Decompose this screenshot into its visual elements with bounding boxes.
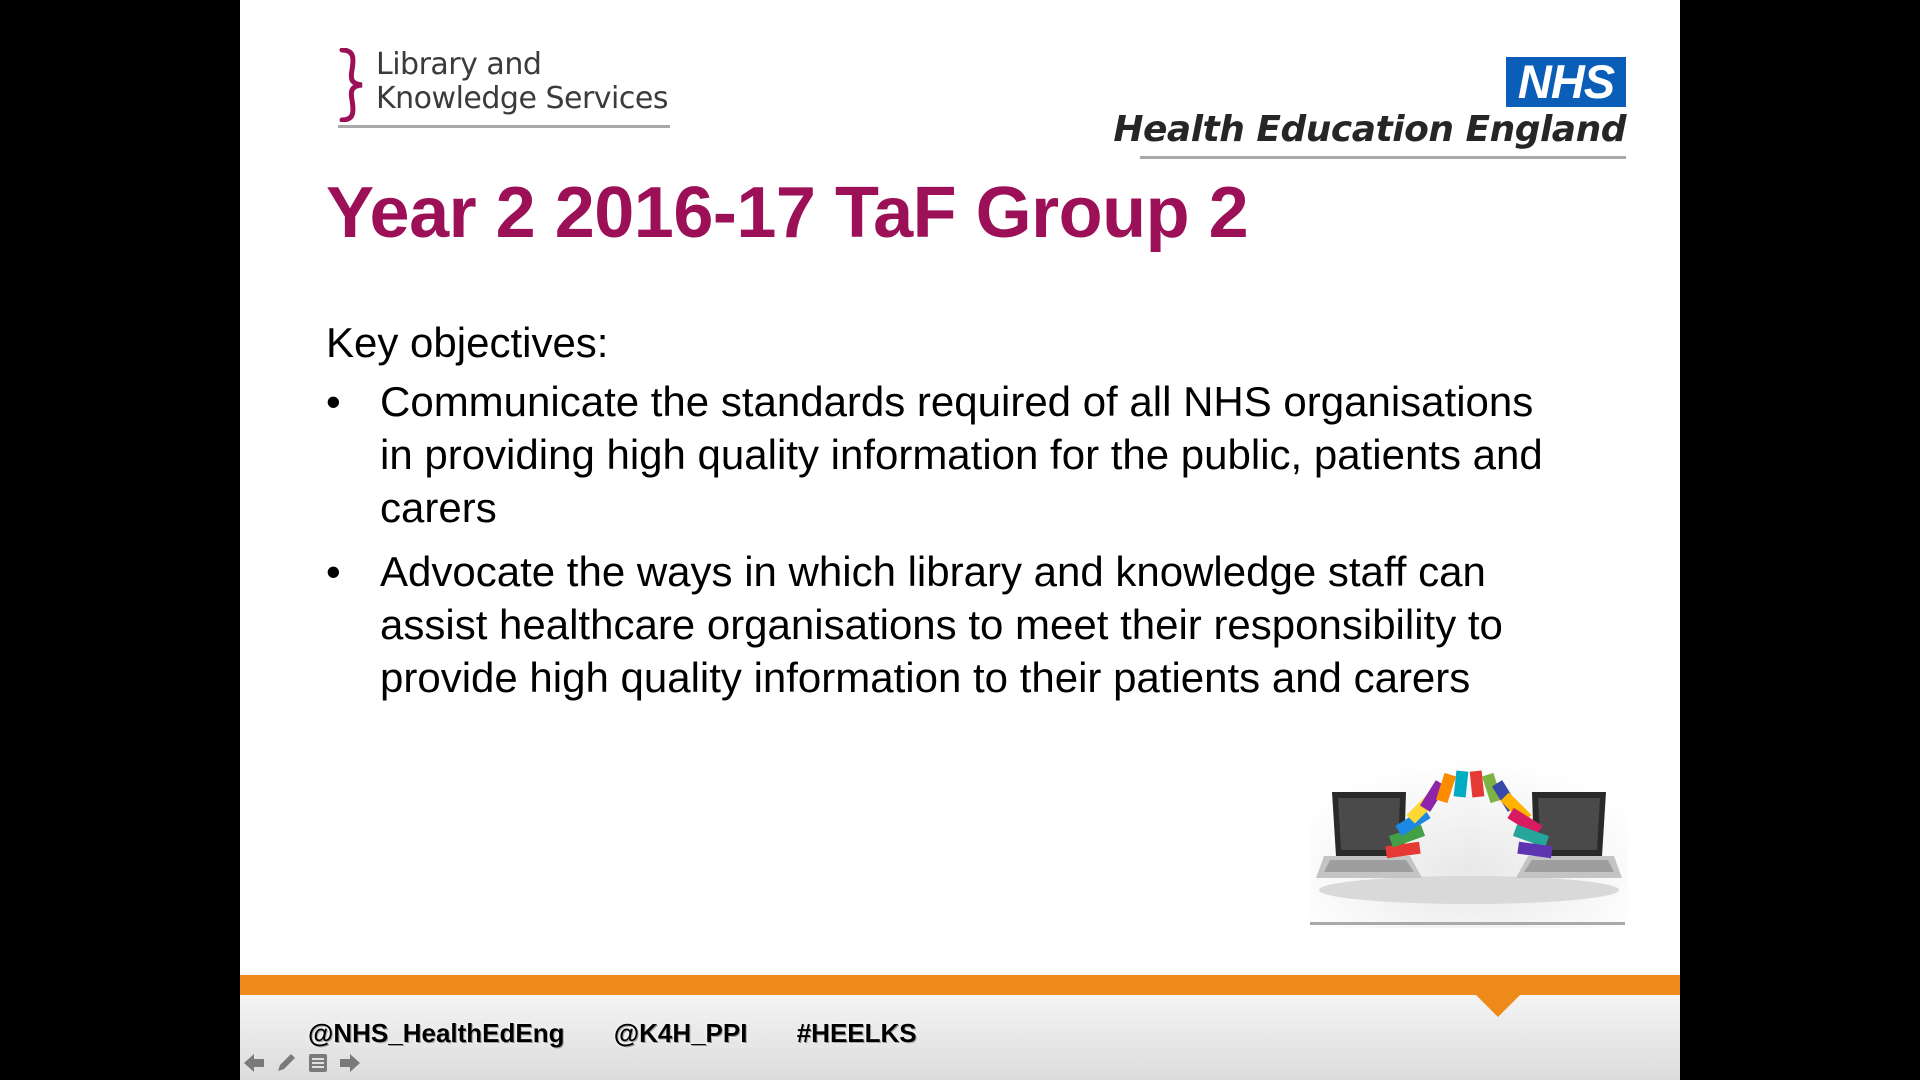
arrow-left-icon[interactable] [242, 1051, 266, 1075]
library-knowledge-services-logo: Library and Knowledge Services [338, 44, 670, 129]
objective-text: Advocate the ways in which library and k… [380, 548, 1503, 701]
hee-name: Health Education England [1113, 109, 1626, 150]
footer-social-handles: @NHS_HealthEdEng @K4H_PPI #HEELKS [308, 1016, 959, 1050]
lks-line-1: Library and [376, 47, 542, 82]
bullet-icon: • [326, 378, 341, 425]
lks-logo-text: Library and Knowledge Services [376, 48, 668, 116]
menu-icon[interactable] [306, 1051, 330, 1075]
pen-icon[interactable] [274, 1051, 298, 1075]
hashtag: #HEELKS [796, 1018, 917, 1048]
objective-item: • Advocate the ways in which library and… [326, 545, 1546, 704]
nhs-hee-logo: NHS Health Education England [1113, 57, 1626, 161]
bullet-icon: • [326, 548, 341, 595]
illustration-divider [1310, 922, 1625, 925]
objectives-list: • Communicate the standards required of … [326, 375, 1546, 715]
twitter-handle-k4h: @K4H_PPI [613, 1018, 748, 1048]
slide-title: Year 2 2016-17 TaF Group 2 [326, 173, 1249, 253]
slideshow-controls [242, 1050, 372, 1076]
twitter-handle-hee: @NHS_HealthEdEng [308, 1018, 565, 1048]
bracket-icon [339, 48, 363, 122]
hee-divider [1140, 156, 1626, 159]
objective-text: Communicate the standards required of al… [380, 378, 1543, 531]
lks-line-2: Knowledge Services [376, 81, 668, 116]
footer-notch [1476, 995, 1520, 1017]
nhs-badge: NHS [1506, 57, 1626, 107]
arrow-right-icon[interactable] [338, 1051, 362, 1075]
objectives-heading: Key objectives: [326, 319, 609, 366]
objective-item: • Communicate the standards required of … [326, 375, 1546, 534]
lks-divider [338, 125, 670, 128]
laptops-books-illustration [1310, 740, 1628, 928]
slide: Library and Knowledge Services NHS Healt… [240, 0, 1680, 1080]
footer-orange-bar [240, 975, 1680, 995]
